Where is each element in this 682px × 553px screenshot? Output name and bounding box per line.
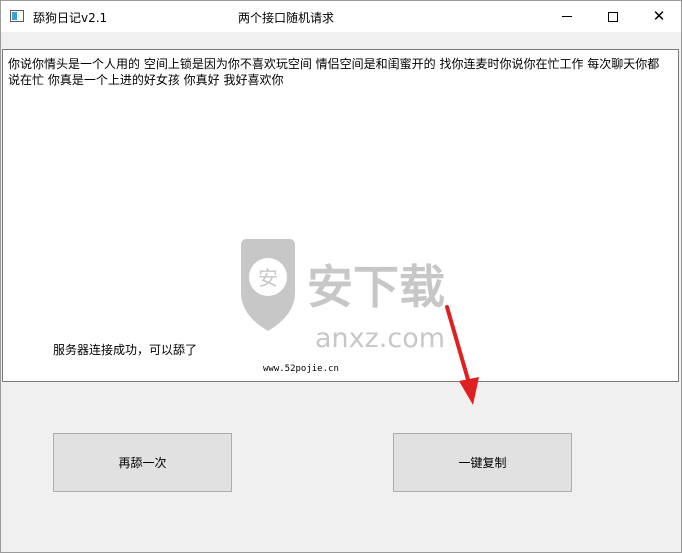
copy-button[interactable]: 一键复制: [393, 433, 572, 492]
watermark-domain: anxz.com: [315, 323, 445, 354]
watermark-brand: 安下载: [307, 260, 445, 314]
content-textbox[interactable]: 你说你情头是一个人用的 空间上锁是因为你不喜欢玩空间 情侣空间是和闺蜜开的 找你…: [2, 49, 679, 382]
maximize-button[interactable]: [590, 1, 636, 32]
site-label: www.52pojie.cn: [263, 364, 339, 374]
status-label: 服务器连接成功，可以舔了: [53, 343, 198, 357]
window-subtitle: 两个接口随机请求: [238, 11, 335, 25]
title-bar[interactable]: 舔狗日记v2.1 两个接口随机请求 ✕: [1, 1, 681, 32]
app-icon: [10, 10, 24, 22]
close-icon: ✕: [652, 7, 666, 25]
red-arrow-icon: [445, 305, 479, 405]
minimize-icon: [562, 16, 572, 17]
content-text: 你说你情头是一个人用的 空间上锁是因为你不喜欢玩空间 情侣空间是和闺蜜开的 找你…: [8, 57, 660, 87]
close-button[interactable]: ✕: [636, 1, 682, 32]
lick-again-button[interactable]: 再舔一次: [53, 433, 232, 492]
watermark-shield-char: 安: [258, 266, 278, 290]
window-title: 舔狗日记v2.1: [33, 11, 108, 25]
watermark-logo: 安 安下载 anxz.com: [241, 239, 445, 354]
maximize-icon: [608, 11, 618, 22]
minimize-button[interactable]: [544, 1, 590, 32]
app-window: 舔狗日记v2.1 两个接口随机请求 ✕ 你说你情头是一个人用的 空间上锁是因为你…: [0, 0, 682, 553]
